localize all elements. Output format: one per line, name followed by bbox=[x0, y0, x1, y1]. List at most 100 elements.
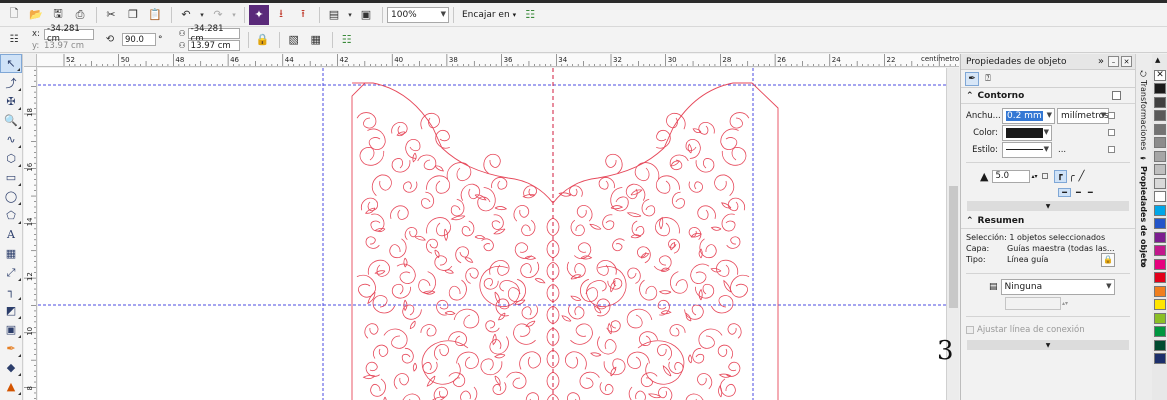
x-position-input[interactable]: -34.281 cm bbox=[44, 24, 94, 44]
redo-dropdown-icon[interactable]: ▾ bbox=[230, 5, 238, 25]
corner-round-icon[interactable]: ╭ bbox=[1069, 171, 1075, 182]
palette-swatch[interactable] bbox=[1154, 299, 1166, 310]
minimize-docker-button[interactable]: – bbox=[1108, 56, 1119, 67]
crop-tool-icon[interactable]: ✠ bbox=[0, 92, 22, 111]
angle-input[interactable]: 90.0 bbox=[122, 33, 156, 46]
palette-swatch[interactable] bbox=[1154, 123, 1166, 135]
y-position-input[interactable]: 13.97 cm bbox=[44, 41, 94, 51]
zoom-tool-icon[interactable]: 🔍 bbox=[0, 111, 22, 130]
import-icon[interactable]: ⭳ bbox=[271, 5, 291, 25]
drawing-canvas[interactable] bbox=[38, 68, 946, 400]
lock-icon[interactable]: 🔒 bbox=[253, 30, 273, 50]
print-icon[interactable]: ⎙ bbox=[70, 5, 90, 25]
cap-butt-icon[interactable]: ━ bbox=[1058, 187, 1071, 197]
transformations-tab[interactable]: Transformaciones bbox=[1139, 80, 1148, 150]
guide-point2-input[interactable]: 13.97 cm bbox=[187, 40, 240, 51]
horizontal-ruler[interactable]: 52 50 48 46 44 42 40 38 36 34 32 30 28 26 24 22 centíme… bbox=[24, 54, 959, 67]
snap-to-button[interactable]: Encajar en ▾ bbox=[458, 10, 520, 20]
application-launcher-icon[interactable]: ▤ bbox=[324, 5, 344, 25]
eyedropper-tool-icon[interactable]: ✒ bbox=[0, 339, 22, 358]
options-icon[interactable]: ☷ bbox=[520, 5, 540, 25]
text-tool-icon[interactable]: A bbox=[0, 225, 22, 244]
section-options-icon[interactable] bbox=[1112, 91, 1121, 100]
zoom-level-combo[interactable]: 100% ▼ bbox=[387, 6, 449, 23]
expand-outline-button[interactable]: ▼ bbox=[967, 201, 1129, 211]
palette-swatch[interactable] bbox=[1154, 177, 1166, 189]
lock-icon[interactable]: 🔒 bbox=[1101, 252, 1115, 267]
paste-icon[interactable]: 📋 bbox=[145, 5, 165, 25]
copy-icon[interactable]: ❐ bbox=[123, 5, 143, 25]
summary-tab-icon[interactable]: ⍰ bbox=[981, 72, 995, 86]
palette-swatch[interactable] bbox=[1154, 110, 1166, 121]
ruler-corner[interactable] bbox=[24, 54, 37, 67]
table-tool-icon[interactable]: ▦ bbox=[0, 244, 22, 263]
palette-swatch[interactable] bbox=[1154, 231, 1166, 243]
palette-swatch[interactable] bbox=[1154, 204, 1166, 216]
palette-swatch[interactable] bbox=[1154, 191, 1166, 202]
corner-bevel-icon[interactable]: ╱ bbox=[1079, 171, 1085, 182]
more-styles-button[interactable]: ... bbox=[1058, 145, 1066, 155]
outline-section-header[interactable]: ⌃ Contorno bbox=[961, 88, 1135, 104]
palette-swatch[interactable] bbox=[1154, 339, 1166, 351]
object-properties-tab[interactable]: Propiedades de objeto bbox=[1139, 166, 1148, 268]
object-origin-icon[interactable]: ☷ bbox=[4, 30, 24, 50]
palette-swatch[interactable] bbox=[1154, 326, 1166, 337]
cap-round-icon[interactable]: ━ bbox=[1076, 188, 1081, 197]
palette-swatch[interactable] bbox=[1154, 258, 1166, 270]
search-content-icon[interactable]: ✦ bbox=[249, 4, 269, 25]
palette-swatch[interactable] bbox=[1154, 83, 1166, 94]
miter-square-icon[interactable] bbox=[1041, 173, 1048, 179]
undo-icon[interactable]: ↶ bbox=[176, 5, 196, 25]
cut-icon[interactable]: ✂ bbox=[101, 5, 121, 25]
smart-fill-bucket-icon[interactable]: ▲ bbox=[0, 377, 22, 396]
connector-tool-icon[interactable]: ┐ bbox=[0, 282, 22, 301]
welcome-screen-icon[interactable]: ▣ bbox=[356, 5, 376, 25]
spinner-icon[interactable]: ▴▾ bbox=[1031, 173, 1037, 180]
rectangle-tool-icon[interactable]: ▭ bbox=[0, 168, 22, 187]
palette-swatch[interactable] bbox=[1154, 218, 1166, 229]
options-icon[interactable]: ☷ bbox=[337, 30, 357, 50]
palette-swatch[interactable] bbox=[1154, 285, 1166, 297]
pick-tool-icon[interactable]: ↖ bbox=[0, 54, 22, 73]
option-checkbox[interactable] bbox=[1108, 146, 1115, 153]
no-color-swatch[interactable]: ✕ bbox=[1154, 70, 1166, 81]
line-type-combo[interactable]: Ninguna ▼ bbox=[1000, 278, 1115, 295]
palette-swatch[interactable] bbox=[1154, 272, 1166, 283]
open-folder-icon[interactable]: 📂 bbox=[26, 5, 46, 25]
palette-swatch[interactable] bbox=[1154, 96, 1166, 108]
interactive-fill-tool-icon[interactable]: ◆ bbox=[0, 358, 22, 377]
cap-square-icon[interactable]: ━ bbox=[1088, 188, 1093, 197]
outline-unit-combo[interactable]: milímetros ▼ bbox=[1057, 107, 1109, 124]
palette-swatch[interactable] bbox=[1154, 353, 1166, 364]
outline-style-combo[interactable]: ▼ bbox=[1002, 141, 1052, 158]
palette-scroll-up-icon[interactable]: ▲ bbox=[1155, 56, 1160, 64]
guide-preset-icon[interactable]: ▧ bbox=[284, 30, 304, 50]
dimension-tool-icon[interactable]: ⤢ bbox=[0, 263, 22, 282]
palette-swatch[interactable] bbox=[1154, 164, 1166, 175]
export-icon[interactable]: ⭱ bbox=[293, 5, 313, 25]
outline-color-picker[interactable]: ▼ bbox=[1002, 124, 1052, 141]
new-document-icon[interactable]: 🗋 bbox=[4, 5, 24, 25]
close-docker-button[interactable]: ✕ bbox=[1121, 56, 1132, 67]
line-param-input[interactable] bbox=[1005, 297, 1061, 310]
ellipse-tool-icon[interactable]: ◯ bbox=[0, 187, 22, 206]
outline-tab-pen-icon[interactable]: ✒ bbox=[965, 71, 979, 86]
transparency-tool-icon[interactable]: ▣ bbox=[0, 320, 22, 339]
vertical-ruler[interactable]: 18 16 14 12 10 8 bbox=[24, 67, 37, 400]
option-checkbox[interactable] bbox=[1108, 112, 1115, 119]
miter-limit-input[interactable]: 5.0 bbox=[992, 169, 1031, 183]
palette-swatch[interactable] bbox=[1154, 137, 1166, 148]
option-checkbox[interactable] bbox=[1108, 129, 1115, 136]
palette-swatch[interactable] bbox=[1154, 312, 1166, 324]
connector-checkbox[interactable] bbox=[966, 325, 974, 334]
expand-summary-button[interactable]: ▼ bbox=[967, 340, 1129, 350]
guide-point1-input[interactable]: -34.281 cm bbox=[187, 24, 240, 44]
shape-tool-icon[interactable]: ⤴ bbox=[0, 73, 22, 92]
summary-section-header[interactable]: ⌃ Resumen bbox=[961, 213, 1135, 229]
effects-tool-icon[interactable]: ◩ bbox=[0, 301, 22, 320]
corner-miter-icon[interactable]: ┏ bbox=[1053, 169, 1067, 183]
polygon-tool-icon[interactable]: ⬠ bbox=[0, 206, 22, 225]
collapse-docker-icon[interactable]: » bbox=[1098, 56, 1104, 67]
undo-dropdown-icon[interactable]: ▾ bbox=[198, 5, 206, 25]
launcher-dropdown-icon[interactable]: ▾ bbox=[346, 5, 354, 25]
